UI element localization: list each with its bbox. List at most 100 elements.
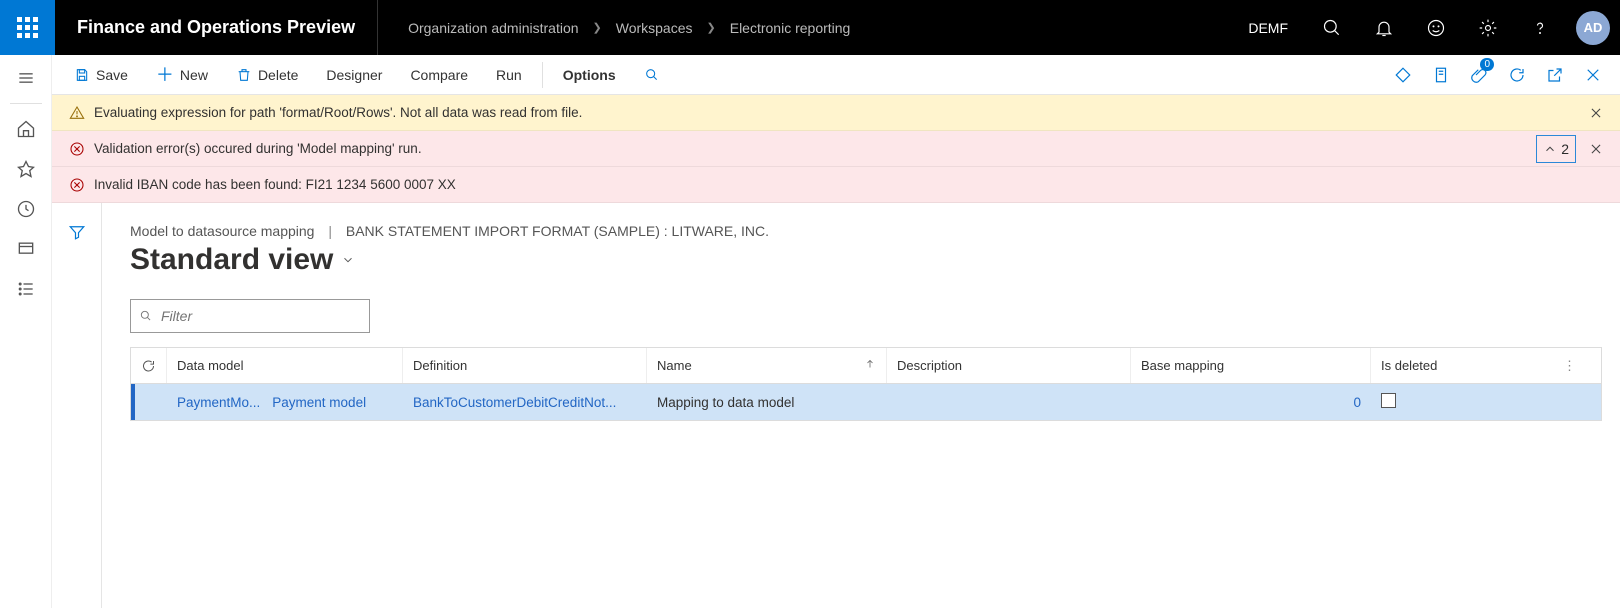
delete-button[interactable]: Delete [224,56,310,94]
col-header-definition[interactable]: Definition [403,348,647,383]
attachments-button[interactable]: 0 [1462,56,1496,94]
compare-button[interactable]: Compare [398,56,480,94]
compare-label: Compare [410,67,468,83]
help-button[interactable] [1514,0,1566,55]
error-summary-message: Validation error(s) occured during 'Mode… [52,131,1620,167]
company-code[interactable]: DEMF [1230,20,1306,36]
topbar: Finance and Operations Preview Organizat… [0,0,1620,55]
nav-modules[interactable] [6,272,46,306]
col-header-is-deleted[interactable]: Is deleted ⋮ [1371,348,1601,383]
error-count: 2 [1561,141,1569,157]
breadcrumb-item[interactable]: Organization administration [408,20,578,36]
app-title: Finance and Operations Preview [55,0,378,55]
home-icon [16,119,36,139]
chevron-right-icon: ❯ [707,21,716,34]
plus-icon: ＋ [156,66,174,84]
view-selector[interactable]: Standard view [130,243,1602,277]
close-icon [1584,66,1602,84]
diamond-icon [1394,66,1412,84]
nav-favorites[interactable] [6,152,46,186]
page-options-button[interactable] [1424,56,1458,94]
options-label: Options [563,67,616,83]
chevron-down-icon [341,253,355,267]
nav-hamburger[interactable] [6,61,46,95]
warning-text: Evaluating expression for path 'format/R… [94,105,1584,120]
question-icon [1530,18,1550,38]
col-header-description[interactable]: Description [887,348,1131,383]
options-button[interactable]: Options [551,56,628,94]
list-icon [16,279,36,299]
cell-data-model[interactable]: PaymentMo... Payment model [167,395,403,410]
bell-icon [1374,18,1394,38]
error-icon [64,141,90,157]
hamburger-icon [16,68,36,88]
warning-message: Evaluating expression for path 'format/R… [52,95,1620,131]
nav-recent[interactable] [6,192,46,226]
cell-is-deleted[interactable] [1371,393,1601,411]
search-icon [139,309,153,323]
cell-base-mapping[interactable]: 0 [1131,395,1371,410]
delete-label: Delete [258,67,298,83]
trash-icon [236,67,252,83]
save-icon [74,67,90,83]
refresh-icon [1508,66,1526,84]
action-toolbar: Save ＋ New Delete Designer Compare Run O… [52,55,1620,95]
cell-definition[interactable]: BankToCustomerDebitCreditNot... [403,395,647,410]
related-button[interactable] [1386,56,1420,94]
designer-button[interactable]: Designer [314,56,394,94]
chevron-right-icon: ❯ [593,21,602,34]
grid-column-menu[interactable]: ⋮ [1563,358,1591,374]
popout-button[interactable] [1538,56,1572,94]
col-header-data-model[interactable]: Data model [167,348,403,383]
col-header-base-mapping[interactable]: Base mapping [1131,348,1371,383]
breadcrumb-item[interactable]: Workspaces [616,20,693,36]
grid-refresh[interactable] [131,348,167,383]
error-close[interactable] [1584,137,1608,161]
refresh-button[interactable] [1500,56,1534,94]
search-icon [1322,18,1342,38]
nav-home[interactable] [6,112,46,146]
filter-pane-toggle[interactable] [68,223,86,608]
avatar[interactable]: AD [1576,11,1610,45]
close-button[interactable] [1576,56,1610,94]
notifications-button[interactable] [1358,0,1410,55]
app-launcher-button[interactable] [0,0,55,55]
error-count-toggle[interactable]: 2 [1536,135,1576,163]
warning-icon [64,105,90,121]
cell-name: Mapping to data model [647,395,887,410]
nav-workspaces[interactable] [6,232,46,266]
page-heading: Model to datasource mapping | BANK STATE… [130,223,1602,239]
smile-icon [1426,18,1446,38]
filter-input-wrapper[interactable] [130,299,370,333]
data-grid: Data model Definition Name Description B… [130,347,1602,421]
toolbar-search[interactable] [632,56,672,94]
error-detail-message: Invalid IBAN code has been found: FI21 1… [52,167,1620,203]
filter-input[interactable] [161,308,361,324]
breadcrumb: Organization administration ❯ Workspaces… [378,20,850,36]
gear-icon [1478,18,1498,38]
star-icon [16,159,36,179]
workspace-icon [16,239,36,259]
table-row[interactable]: PaymentMo... Payment model BankToCustome… [131,384,1601,420]
save-button[interactable]: Save [62,56,140,94]
page-icon [1432,66,1450,84]
view-name: Standard view [130,243,333,277]
search-button[interactable] [1306,0,1358,55]
filter-icon [68,223,86,241]
waffle-icon [17,17,38,38]
col-header-name[interactable]: Name [647,348,887,383]
run-button[interactable]: Run [484,56,534,94]
new-button[interactable]: ＋ New [144,56,220,94]
save-label: Save [96,67,128,83]
popout-icon [1546,66,1564,84]
chevron-up-icon [1543,142,1557,156]
error-summary-text: Validation error(s) occured during 'Mode… [94,141,1536,156]
checkbox-icon[interactable] [1381,393,1396,408]
navigation-rail [0,55,52,608]
grid-header: Data model Definition Name Description B… [131,348,1601,384]
breadcrumb-item[interactable]: Electronic reporting [730,20,851,36]
page-heading-left: Model to datasource mapping [130,223,314,239]
settings-button[interactable] [1462,0,1514,55]
warning-close[interactable] [1584,101,1608,125]
feedback-button[interactable] [1410,0,1462,55]
